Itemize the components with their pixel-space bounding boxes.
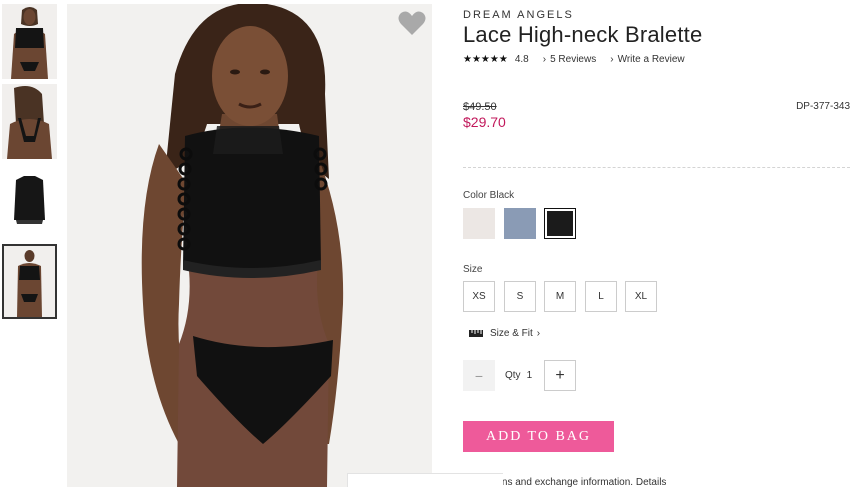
divider	[463, 167, 850, 168]
original-price: $49.50	[463, 101, 497, 113]
chevron-right-icon: ›	[536, 328, 541, 339]
swatch-blue-fill	[504, 208, 536, 239]
chevron-right-icon: ›	[610, 54, 614, 65]
size-xs-button[interactable]: XS	[463, 281, 495, 312]
swatch-black[interactable]	[544, 208, 576, 239]
size-xl-button[interactable]: XL	[625, 281, 657, 312]
color-label: Color Black	[463, 190, 515, 201]
rating-row: ★★★★★ 4.8 › 5 Reviews › Write a Review	[463, 54, 685, 65]
returns-info-text: urns and exchange information. Details	[493, 477, 667, 487]
size-label: Size	[463, 264, 483, 275]
quantity-increase-button[interactable]: +	[544, 360, 576, 391]
size-fit-link[interactable]: Size & Fit ›	[469, 328, 540, 339]
quantity-decrease-button[interactable]: −	[463, 360, 495, 391]
heart-icon	[398, 11, 426, 35]
quantity-value: 1	[526, 370, 533, 381]
quantity-display: Qty 1	[505, 370, 532, 381]
swatch-ivory-fill	[463, 208, 495, 239]
product-main-image	[67, 4, 432, 487]
thumb-flat-lay[interactable]	[2, 164, 57, 239]
swatch-black-fill	[547, 211, 573, 236]
write-review-link[interactable]: › Write a Review	[610, 54, 684, 65]
model-photo	[67, 4, 432, 487]
quantity-label: Qty	[505, 370, 521, 381]
size-fit-label: Size & Fit	[490, 328, 533, 339]
product-sku: DP-377-343	[796, 101, 850, 112]
swatch-ivory[interactable]	[463, 208, 495, 239]
add-to-favorites[interactable]	[398, 10, 426, 36]
product-title: Lace High-neck Bralette	[463, 22, 703, 47]
star-rating-icon: ★★★★★	[463, 54, 508, 65]
reviews-link[interactable]: › 5 Reviews	[543, 54, 596, 65]
overlay-panel	[347, 473, 503, 487]
reviews-link-label: 5 Reviews	[550, 54, 597, 65]
sale-price: $29.70	[463, 114, 506, 130]
thumb-front-view[interactable]	[2, 4, 57, 79]
size-l-button[interactable]: L	[585, 281, 617, 312]
write-review-label: Write a Review	[617, 54, 685, 65]
rating-value: 4.8	[514, 54, 529, 65]
product-info: DREAM ANGELS Lace High-neck Bralette ★★★…	[463, 0, 852, 487]
thumb-full-look[interactable]	[2, 244, 57, 319]
add-to-bag-button[interactable]: ADD TO BAG	[463, 421, 614, 452]
brand-name: DREAM ANGELS	[463, 9, 574, 21]
size-s-button[interactable]: S	[504, 281, 536, 312]
size-m-button[interactable]: M	[544, 281, 576, 312]
thumb-back-view[interactable]	[2, 84, 57, 159]
ruler-icon	[469, 330, 483, 337]
swatch-blue[interactable]	[504, 208, 536, 239]
chevron-right-icon: ›	[542, 54, 547, 65]
